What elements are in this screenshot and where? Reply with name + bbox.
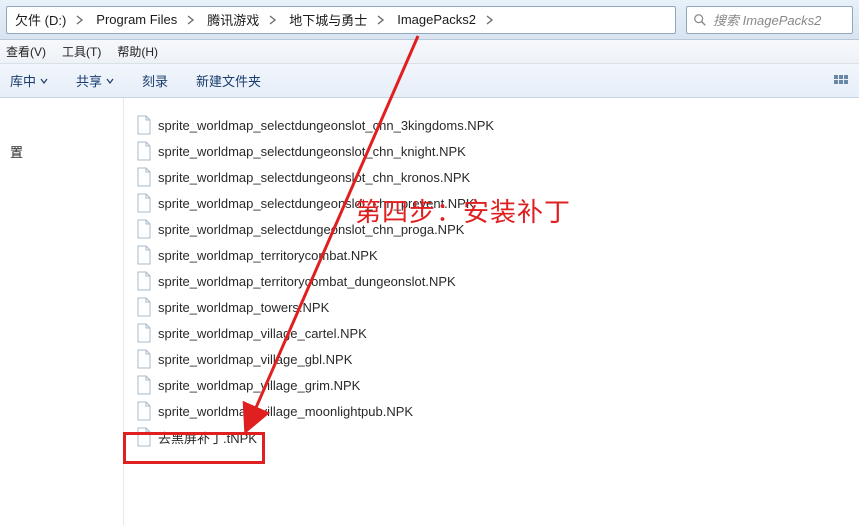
search-input[interactable]: 搜索 ImagePacks2 bbox=[686, 6, 853, 34]
file-icon bbox=[136, 349, 152, 369]
file-name: sprite_worldmap_selectdungeonslot_chn_pr… bbox=[158, 196, 475, 211]
sidebar-item[interactable]: 置 bbox=[8, 138, 115, 165]
file-icon bbox=[136, 167, 152, 187]
list-item[interactable]: sprite_worldmap_territorycombat_dungeons… bbox=[134, 268, 849, 294]
list-item[interactable]: sprite_worldmap_village_cartel.NPK bbox=[134, 320, 849, 346]
search-placeholder: 搜索 ImagePacks2 bbox=[713, 10, 821, 29]
toolbar-right bbox=[833, 73, 849, 89]
list-item[interactable]: sprite_worldmap_village_gbl.NPK bbox=[134, 346, 849, 372]
file-icon bbox=[136, 193, 152, 213]
file-icon bbox=[136, 271, 152, 291]
file-name: sprite_worldmap_village_gbl.NPK bbox=[158, 352, 352, 367]
navigation-sidebar: 置 bbox=[0, 98, 124, 525]
list-item[interactable]: sprite_worldmap_selectdungeonslot_chn_pr… bbox=[134, 216, 849, 242]
file-icon bbox=[136, 219, 152, 239]
file-icon bbox=[136, 323, 152, 343]
list-item[interactable]: sprite_worldmap_village_moonlightpub.NPK bbox=[134, 398, 849, 424]
dropdown-icon bbox=[106, 73, 114, 88]
menu-view[interactable]: 查看(V) bbox=[6, 43, 46, 60]
chevron-right-icon[interactable] bbox=[72, 7, 88, 33]
search-icon bbox=[693, 13, 707, 27]
chevron-right-icon[interactable] bbox=[482, 7, 498, 33]
menu-tools[interactable]: 工具(T) bbox=[62, 43, 101, 60]
tool-burn[interactable]: 刻录 bbox=[142, 71, 168, 90]
file-name: sprite_worldmap_territorycombat_dungeons… bbox=[158, 274, 456, 289]
file-name: sprite_worldmap_territorycombat.NPK bbox=[158, 248, 378, 263]
file-name: sprite_worldmap_village_cartel.NPK bbox=[158, 326, 367, 341]
file-list-pane[interactable]: sprite_worldmap_selectdungeonslot_chn_3k… bbox=[124, 98, 859, 525]
address-bar: 欠件 (D:) Program Files 腾讯游戏 地下城与勇士 ImageP… bbox=[0, 0, 859, 40]
file-icon bbox=[136, 401, 152, 421]
chevron-right-icon[interactable] bbox=[183, 7, 199, 33]
list-item[interactable]: sprite_worldmap_village_grim.NPK bbox=[134, 372, 849, 398]
tool-include-in-library[interactable]: 库中 bbox=[10, 71, 48, 90]
file-icon bbox=[136, 297, 152, 317]
breadcrumb-folder[interactable]: 地下城与勇士 bbox=[281, 7, 373, 33]
tool-label: 库中 bbox=[10, 71, 36, 90]
file-name: sprite_worldmap_selectdungeonslot_chn_3k… bbox=[158, 118, 494, 133]
file-icon bbox=[136, 427, 152, 447]
file-icon bbox=[136, 141, 152, 161]
tool-label: 刻录 bbox=[142, 71, 168, 90]
chevron-right-icon[interactable] bbox=[373, 7, 389, 33]
list-item[interactable]: sprite_worldmap_selectdungeonslot_chn_kr… bbox=[134, 164, 849, 190]
list-item[interactable]: sprite_worldmap_selectdungeonslot_chn_kn… bbox=[134, 138, 849, 164]
file-name: sprite_worldmap_village_moonlightpub.NPK bbox=[158, 404, 413, 419]
file-name: sprite_worldmap_selectdungeonslot_chn_kr… bbox=[158, 170, 470, 185]
file-icon bbox=[136, 115, 152, 135]
tool-new-folder[interactable]: 新建文件夹 bbox=[196, 71, 261, 90]
command-toolbar: 库中 共享 刻录 新建文件夹 bbox=[0, 64, 859, 98]
file-name: 去黑屏补丁.tNPK bbox=[158, 428, 257, 447]
list-item[interactable]: sprite_worldmap_selectdungeonslot_chn_pr… bbox=[134, 190, 849, 216]
file-name: sprite_worldmap_selectdungeonslot_chn_pr… bbox=[158, 222, 464, 237]
list-item[interactable]: sprite_worldmap_territorycombat.NPK bbox=[134, 242, 849, 268]
breadcrumb-folder[interactable]: 腾讯游戏 bbox=[199, 7, 265, 33]
file-name: sprite_worldmap_towers.NPK bbox=[158, 300, 329, 315]
menu-help[interactable]: 帮助(H) bbox=[117, 43, 158, 60]
chevron-right-icon[interactable] bbox=[265, 7, 281, 33]
breadcrumb-folder[interactable]: Program Files bbox=[88, 7, 183, 33]
main-content: 置 sprite_worldmap_selectdungeonslot_chn_… bbox=[0, 98, 859, 525]
menu-bar: 查看(V) 工具(T) 帮助(H) bbox=[0, 40, 859, 64]
dropdown-icon bbox=[40, 73, 48, 88]
breadcrumb-current[interactable]: ImagePacks2 bbox=[389, 7, 482, 33]
list-item[interactable]: sprite_worldmap_selectdungeonslot_chn_3k… bbox=[134, 112, 849, 138]
list-item[interactable]: 去黑屏补丁.tNPK bbox=[134, 424, 849, 450]
list-item[interactable]: sprite_worldmap_towers.NPK bbox=[134, 294, 849, 320]
tool-label: 共享 bbox=[76, 71, 102, 90]
tool-label: 新建文件夹 bbox=[196, 71, 261, 90]
file-icon bbox=[136, 375, 152, 395]
tool-share[interactable]: 共享 bbox=[76, 71, 114, 90]
file-icon bbox=[136, 245, 152, 265]
file-name: sprite_worldmap_selectdungeonslot_chn_kn… bbox=[158, 144, 466, 159]
breadcrumb-drive[interactable]: 欠件 (D:) bbox=[7, 7, 72, 33]
file-name: sprite_worldmap_village_grim.NPK bbox=[158, 378, 360, 393]
view-options-icon[interactable] bbox=[833, 73, 849, 89]
breadcrumb[interactable]: 欠件 (D:) Program Files 腾讯游戏 地下城与勇士 ImageP… bbox=[6, 6, 676, 34]
